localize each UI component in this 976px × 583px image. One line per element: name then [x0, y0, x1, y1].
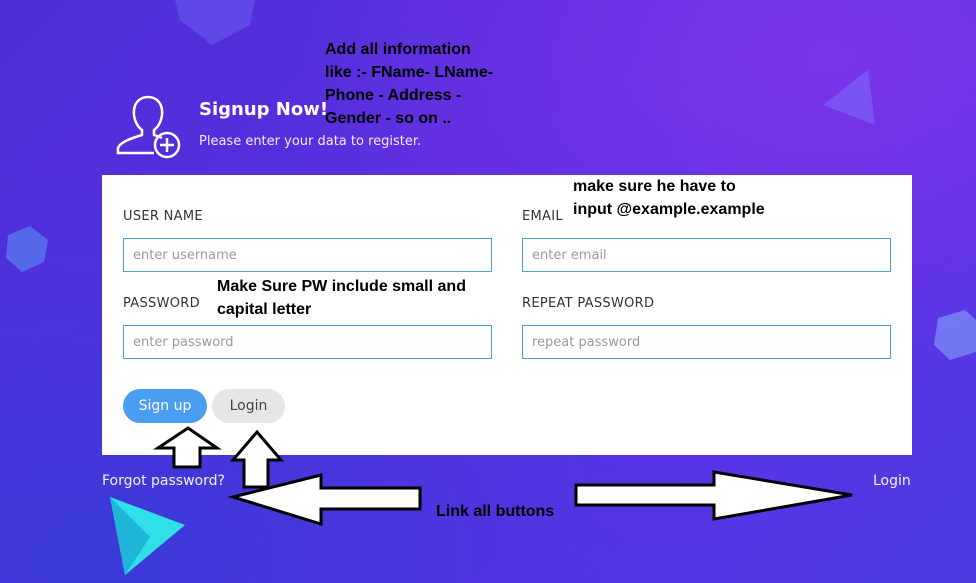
bg-prism-right	[823, 70, 875, 125]
password-label: PASSWORD	[123, 296, 200, 311]
page-subtitle: Please enter your data to register.	[199, 134, 422, 149]
login-button[interactable]: Login	[212, 389, 285, 423]
user-add-icon	[116, 95, 181, 159]
bg-cube-top	[175, 0, 255, 45]
annotation-link-all: Link all buttons	[436, 503, 555, 520]
forgot-password-link[interactable]: Forgot password?	[102, 473, 225, 489]
bg-cube-left	[6, 226, 48, 272]
page-title: Signup Now!	[199, 99, 329, 120]
repeat-password-label: REPEAT PASSWORD	[522, 296, 655, 311]
footer-login-link[interactable]: Login	[873, 473, 911, 489]
username-field[interactable]	[123, 238, 492, 272]
username-label: USER NAME	[123, 209, 203, 224]
annotation-password: Make Sure PW include small and capital l…	[217, 278, 466, 318]
annotation-email: make sure he have to input @example.exam…	[573, 178, 765, 218]
password-field[interactable]	[123, 325, 492, 359]
repeat-password-field[interactable]	[522, 325, 891, 359]
bg-cube-right	[934, 310, 976, 360]
signup-button[interactable]: Sign up	[123, 389, 207, 423]
email-field[interactable]	[522, 238, 891, 272]
annotation-info: Add all information like :- FName- LName…	[325, 41, 494, 127]
email-label: EMAIL	[522, 209, 563, 224]
